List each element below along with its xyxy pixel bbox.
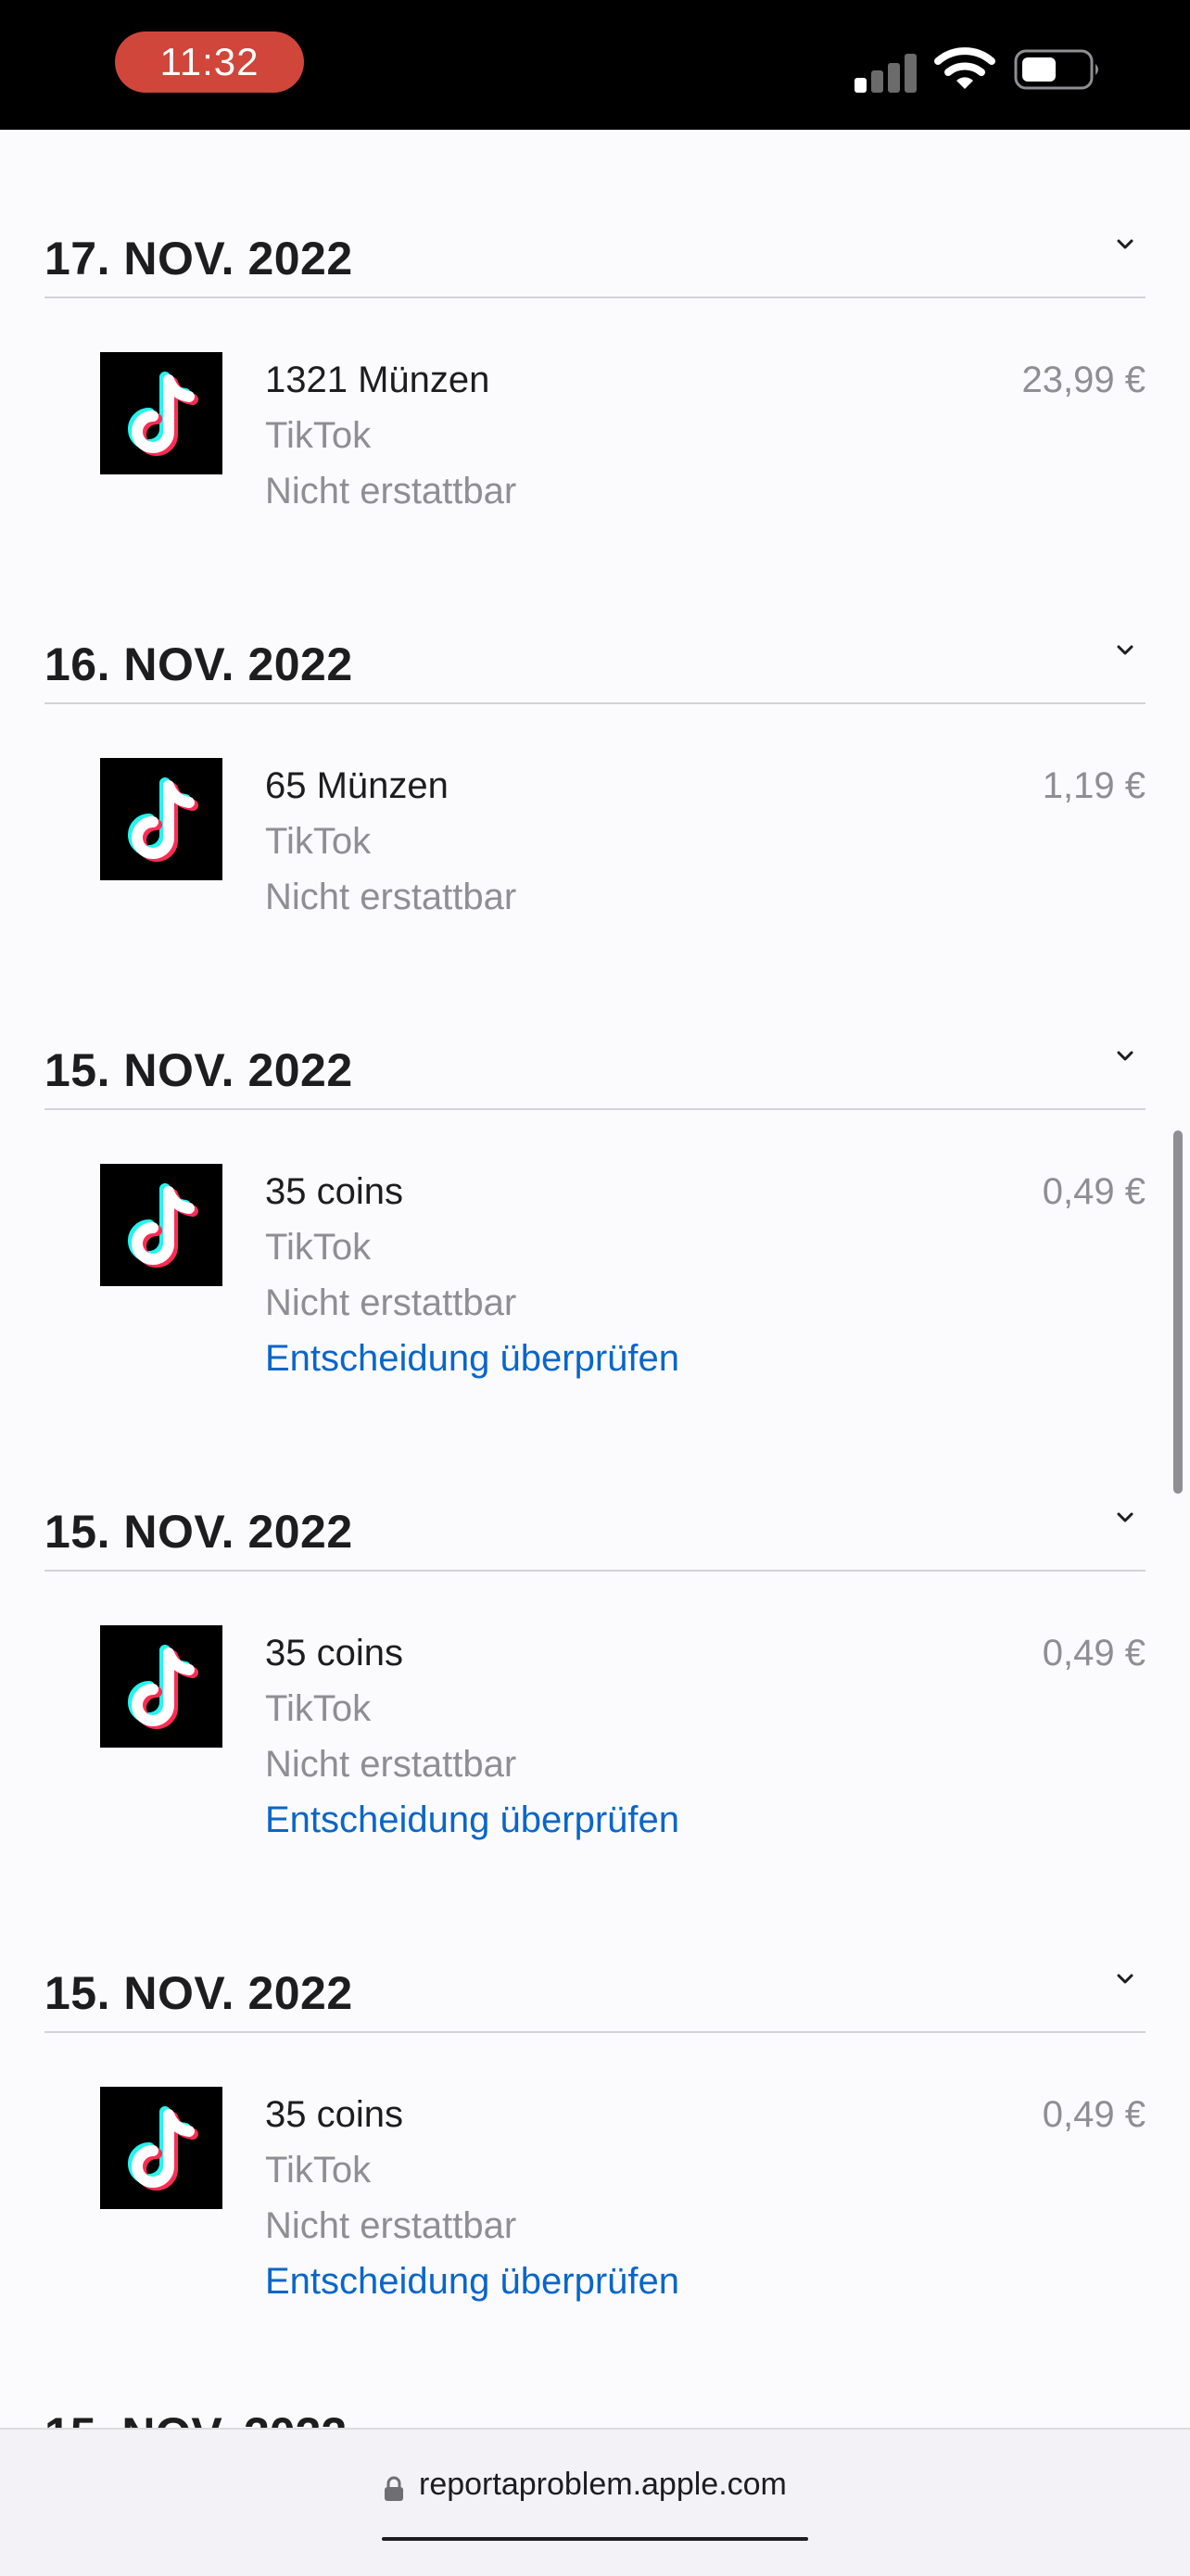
refund-status: Nicht erstattbar — [265, 1744, 517, 1785]
item-price: 0,49 € — [1042, 1633, 1146, 1673]
tiktok-icon — [100, 758, 222, 880]
purchase-date: 15. NOV. 2022 — [44, 1967, 353, 2019]
purchase-item[interactable]: 65 Münzen TikTok Nicht erstattbar 1,19 € — [0, 758, 1190, 999]
item-price: 1,19 € — [1042, 765, 1146, 806]
review-decision-link[interactable]: Entscheidung überprüfen — [265, 1799, 679, 1841]
refund-status: Nicht erstattbar — [265, 471, 517, 511]
item-price: 0,49 € — [1042, 2094, 1146, 2135]
date-header[interactable]: 16. NOV. 2022 — [44, 610, 1146, 704]
item-title: 35 coins — [265, 2094, 403, 2135]
item-title: 65 Münzen — [265, 765, 449, 806]
purchase-date: 15. NOV. 2022 — [44, 1044, 353, 1096]
item-title: 35 coins — [265, 1171, 403, 1212]
review-decision-link[interactable]: Entscheidung überprüfen — [265, 2261, 679, 2303]
browser-url-bar[interactable]: reportaproblem.apple.com — [0, 2428, 1190, 2576]
scrollbar[interactable] — [1173, 1130, 1183, 1494]
date-header[interactable]: 17. NOV. 2022 — [44, 204, 1146, 298]
item-app-name: TikTok — [265, 821, 372, 862]
chevron-down-icon[interactable] — [1112, 1043, 1138, 1069]
url-text[interactable]: reportaproblem.apple.com — [419, 2467, 787, 2503]
purchase-date: 17. NOV. 2022 — [44, 233, 353, 284]
chevron-down-icon[interactable] — [1112, 638, 1138, 663]
status-bar: 11:32 — [0, 0, 1190, 130]
battery-icon — [1014, 48, 1103, 91]
purchase-date-partial[interactable]: 15. NOV. 2022 — [44, 2407, 347, 2428]
home-indicator[interactable] — [382, 2537, 808, 2541]
item-app-name: TikTok — [265, 1227, 372, 1268]
tiktok-icon — [100, 1625, 222, 1748]
item-app-name: TikTok — [265, 2150, 372, 2191]
chevron-down-icon[interactable] — [1112, 1505, 1138, 1531]
purchase-history[interactable]: 17. NOV. 2022 1321 Münzen TikTok Nicht e… — [0, 130, 1190, 2428]
item-app-name: TikTok — [265, 1688, 372, 1729]
tiktok-icon — [100, 352, 222, 474]
lock-icon — [384, 2476, 404, 2502]
purchase-date: 15. NOV. 2022 — [44, 1506, 353, 1558]
purchase-item[interactable]: 35 coins TikTok Nicht erstattbar Entsche… — [0, 1164, 1190, 1405]
chevron-down-icon[interactable] — [1112, 232, 1138, 258]
date-header[interactable]: 15. NOV. 2022 — [44, 1477, 1146, 1572]
refund-status: Nicht erstattbar — [265, 1282, 517, 1323]
status-time: 11:32 — [115, 32, 304, 93]
refund-status: Nicht erstattbar — [265, 2205, 517, 2246]
item-app-name: TikTok — [265, 415, 372, 456]
date-header[interactable]: 15. NOV. 2022 — [44, 1938, 1146, 2033]
item-title: 1321 Münzen — [265, 360, 490, 400]
cellular-signal-icon — [855, 48, 919, 93]
purchase-date: 16. NOV. 2022 — [44, 638, 353, 690]
date-header[interactable]: 15. NOV. 2022 — [44, 1016, 1146, 1110]
tiktok-icon — [100, 1164, 222, 1286]
purchase-item[interactable]: 35 coins TikTok Nicht erstattbar Entsche… — [0, 2087, 1190, 2328]
item-price: 0,49 € — [1042, 1171, 1146, 1212]
wifi-icon — [934, 43, 995, 93]
purchase-item[interactable]: 35 coins TikTok Nicht erstattbar Entsche… — [0, 1625, 1190, 1866]
review-decision-link[interactable]: Entscheidung überprüfen — [265, 1338, 679, 1380]
chevron-down-icon[interactable] — [1112, 1966, 1138, 1992]
item-title: 35 coins — [265, 1633, 403, 1673]
tiktok-icon — [100, 2087, 222, 2209]
refund-status: Nicht erstattbar — [265, 877, 517, 917]
purchase-item[interactable]: 1321 Münzen TikTok Nicht erstattbar 23,9… — [0, 352, 1190, 593]
item-price: 23,99 € — [1021, 360, 1146, 400]
